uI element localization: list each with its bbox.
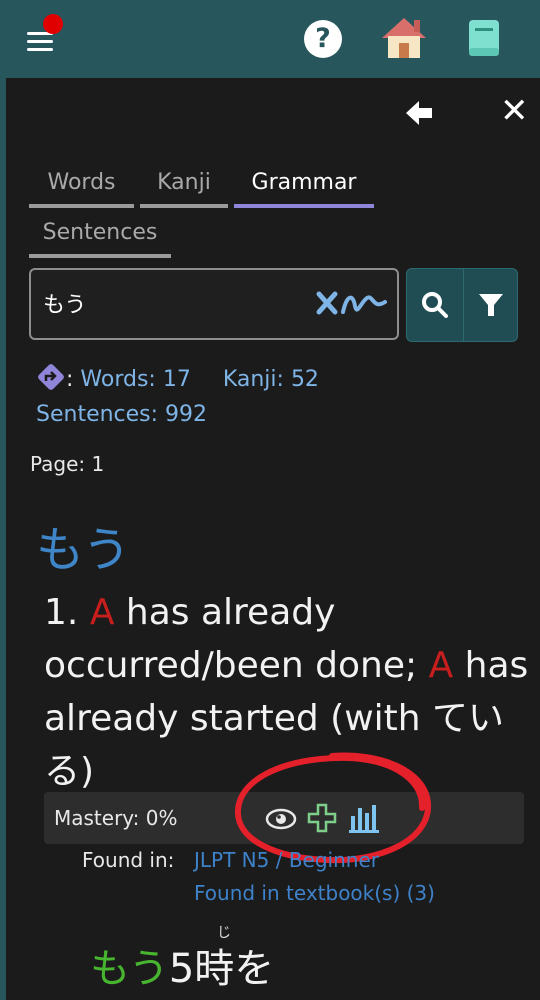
- mastery-label: Mastery: 0%: [54, 806, 178, 830]
- counts-colon: :: [66, 367, 74, 392]
- tab-sentences[interactable]: Sentences: [29, 220, 171, 258]
- example-sentence[interactable]: じ もう5時を: [90, 925, 275, 994]
- funnel-icon[interactable]: [473, 287, 509, 323]
- clear-handwriting-icon[interactable]: [315, 286, 389, 322]
- tab-label: Sentences: [42, 220, 158, 245]
- house-icon[interactable]: [378, 14, 430, 60]
- tab-label: Words: [47, 170, 116, 195]
- close-icon[interactable]: ✕: [500, 94, 529, 128]
- search-input[interactable]: [41, 282, 305, 324]
- example-highlight: もう: [90, 946, 169, 992]
- route-icon: [36, 362, 66, 392]
- page-label: Page: 1: [30, 452, 105, 476]
- furigana: じ: [217, 925, 231, 941]
- placeholder-a: A: [428, 645, 454, 686]
- tab-label: Kanji: [157, 170, 211, 195]
- kanji-count-link[interactable]: Kanji: 52: [223, 367, 319, 392]
- meaning-text: 1. A has already occurred/been done; A h…: [44, 586, 534, 798]
- search-panel: ✕ Words Kanji Grammar Sentences もう: Wor…: [6, 78, 540, 1000]
- help-button[interactable]: ?: [304, 20, 342, 58]
- jlpt-level-link[interactable]: JLPT N5 / Beginner: [194, 848, 379, 872]
- notification-dot: [43, 14, 63, 34]
- placeholder-a: A: [89, 592, 115, 633]
- result-counts: : Words: 17 Kanji: 52 Sentences: 992: [36, 362, 516, 432]
- grammar-headword[interactable]: もう: [36, 510, 131, 580]
- search-field: [29, 268, 399, 340]
- tab-label: Grammar: [251, 170, 357, 195]
- search-actions: [406, 268, 518, 342]
- tab-kanji[interactable]: Kanji: [140, 170, 228, 208]
- hamburger-menu-icon[interactable]: [24, 14, 63, 54]
- top-bar: ?: [0, 0, 540, 78]
- tab-grammar[interactable]: Grammar: [234, 170, 374, 208]
- textbook-link[interactable]: Found in textbook(s) (3): [194, 881, 435, 905]
- book-icon[interactable]: [466, 18, 502, 58]
- sentences-count-link[interactable]: Sentences: 992: [36, 402, 207, 427]
- eye-icon[interactable]: [264, 806, 298, 832]
- magnifier-icon[interactable]: [417, 287, 453, 323]
- words-count-link[interactable]: Words: 17: [80, 367, 190, 392]
- back-arrow-icon[interactable]: [404, 98, 434, 128]
- mastery-bar: Mastery: 0%: [44, 792, 524, 844]
- found-in-label: Found in:: [82, 848, 175, 872]
- example-rest: 5時を: [168, 946, 275, 992]
- bar-chart-icon[interactable]: [348, 802, 382, 834]
- tab-words[interactable]: Words: [29, 170, 134, 208]
- meaning-number: 1.: [44, 592, 79, 633]
- add-icon[interactable]: [306, 802, 338, 834]
